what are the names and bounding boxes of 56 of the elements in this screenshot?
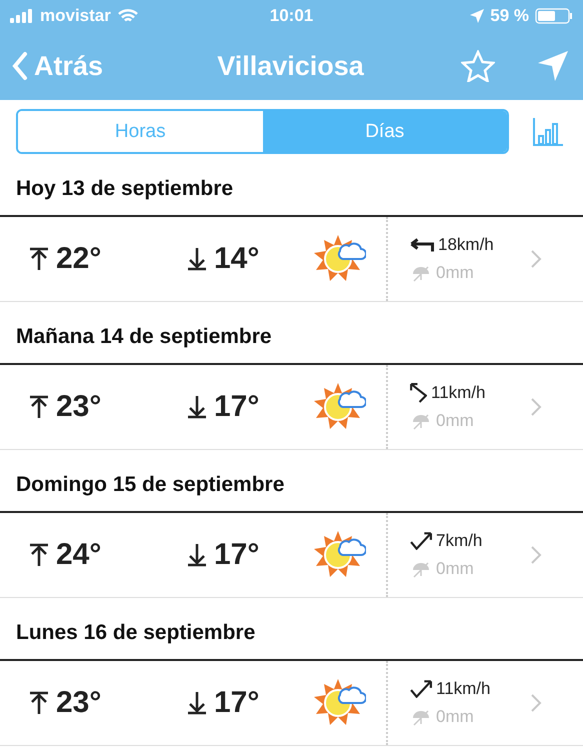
city-title: Villaviciosa [217,50,364,82]
high-temperature: 23° [56,686,102,720]
location-arrow-icon [470,9,484,23]
up-arrow-icon [28,543,50,567]
down-arrow-icon [186,691,208,715]
chevron-icon [530,693,542,713]
low-temperature: 14° [214,242,260,276]
rain-amount: 0mm [436,707,474,727]
up-arrow-icon [28,395,50,419]
low-temperature: 17° [214,538,260,572]
day-heading: Lunes 16 de septiembre [0,598,583,661]
wind-arrow-icon [410,532,432,550]
wind-speed: 11km/h [436,679,490,699]
chevron-icon [530,249,542,269]
wind-arrow-icon [410,238,434,252]
wifi-icon [116,8,139,24]
navigation-arrow-icon[interactable] [537,50,569,82]
bar-chart-icon[interactable] [533,118,563,146]
umbrella-icon [410,412,432,430]
rain-amount: 0mm [436,263,474,283]
star-icon[interactable] [461,50,495,82]
signal-icon [10,9,34,23]
low-temperature: 17° [214,390,260,424]
up-arrow-icon [28,691,50,715]
carrier-name: movistar [40,6,111,26]
down-arrow-icon [186,543,208,567]
wind-speed: 7km/h [436,531,482,551]
high-temperature: 24° [56,538,102,572]
wind-speed: 11km/h [431,383,486,403]
up-arrow-icon [28,247,50,271]
high-temperature: 22° [56,242,102,276]
chevron-left-icon [12,51,28,81]
rain-amount: 0mm [436,559,474,579]
rain-amount: 0mm [436,411,474,431]
day-row[interactable]: 24° 17° 7km/h 0mm [0,513,583,598]
umbrella-icon [410,264,432,282]
umbrella-icon [410,708,432,726]
wind-speed: 18km/h [438,235,494,255]
day-heading: Domingo 15 de septiembre [0,450,583,513]
day-heading: Hoy 13 de septiembre [0,154,583,217]
chevron-icon [530,397,542,417]
day-row[interactable]: 22° 14° 18km/h 0mm [0,217,583,302]
high-temperature: 23° [56,390,102,424]
low-temperature: 17° [214,686,260,720]
down-arrow-icon [186,247,208,271]
battery-icon [535,8,574,24]
wind-arrow-icon [410,680,432,698]
down-arrow-icon [186,395,208,419]
clock-time: 10:01 [270,6,314,26]
day-row[interactable]: 23° 17° 11km/h 0mm [0,661,583,746]
day-heading: Mañana 14 de septiembre [0,302,583,365]
day-row[interactable]: 23° 17° 11km/h 0mm [0,365,583,450]
battery-percent: 59 % [490,6,530,26]
wind-arrow-icon [410,383,427,403]
umbrella-icon [410,560,432,578]
chevron-icon [530,545,542,565]
